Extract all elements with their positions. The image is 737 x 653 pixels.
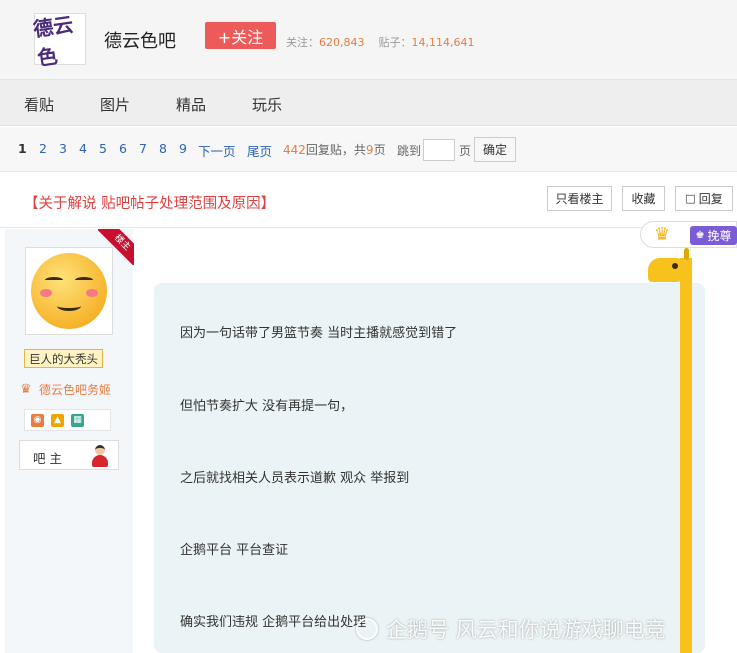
giraffe-eye	[672, 263, 678, 269]
nav-item-posts[interactable]: 看贴	[24, 94, 54, 115]
grid-icon[interactable]: ▦	[71, 414, 84, 427]
followers-count: 620,843	[319, 36, 365, 49]
comment-icon: □	[685, 192, 696, 205]
reply-text: 回复贴，共	[305, 143, 366, 157]
page-link-current: 1	[18, 141, 27, 156]
gamepad-icon[interactable]: ◉	[31, 414, 44, 427]
thread-title-row: 【关于解说 贴吧帖子处理范围及原因】 只看楼主 收藏 □ 回复	[0, 172, 737, 228]
page-link[interactable]: 4	[79, 141, 87, 156]
moderator-badge[interactable]: 吧主	[19, 440, 119, 470]
author-role-label[interactable]: 德云色吧务姬	[39, 381, 111, 398]
exchange-label: 挽尊	[707, 229, 732, 243]
favorite-button[interactable]: 收藏	[622, 186, 665, 211]
watermark-text: 企鹅号 风云和你说游戏聊电竞	[386, 618, 666, 642]
page-link[interactable]: 8	[159, 141, 167, 156]
thread-title: 【关于解说 贴吧帖子处理范围及原因】	[24, 196, 276, 212]
exchange-button[interactable]: ♚ 挽尊	[690, 226, 737, 245]
posts-label: 贴子：	[378, 36, 412, 49]
post-paragraph: 确实我们违规 企鹅平台给出处理	[180, 615, 367, 630]
post-paragraph: 因为一句话带了男篮节奏 当时主播就感觉到错了	[180, 326, 458, 341]
nav-item-fun[interactable]: 玩乐	[252, 94, 282, 115]
next-page-link[interactable]: 下一页	[198, 141, 236, 160]
nav-item-images[interactable]: 图片	[100, 94, 130, 115]
forum-logo-text: 德云色	[31, 12, 75, 71]
nav-item-featured[interactable]: 精品	[176, 94, 206, 115]
reply-button-label: 回复	[698, 192, 723, 206]
page-unit-label: 页	[459, 144, 472, 158]
forum-nav: 看贴 图片 精品 玩乐	[0, 80, 737, 126]
author-username[interactable]: 巨人的大秃头	[24, 349, 103, 368]
giraffe-horn	[684, 248, 689, 260]
penguin-logo-icon	[356, 618, 378, 640]
avatar[interactable]	[25, 247, 113, 335]
badge-row: ◉ ▲ ▦	[24, 409, 111, 431]
only-op-button[interactable]: 只看楼主	[547, 186, 612, 211]
crown-icon: ♛	[20, 381, 32, 397]
followers-label: 关注：	[286, 36, 319, 49]
page-link[interactable]: 9	[179, 141, 187, 156]
forum-logo[interactable]: 德云色	[32, 12, 86, 70]
page-link[interactable]: 2	[39, 141, 47, 156]
author-role: ♛ 德云色吧务姬	[20, 381, 111, 398]
forum-stats: 关注：620,843 贴子：14,114,641	[286, 34, 488, 50]
forum-name[interactable]: 德云色吧	[104, 27, 176, 53]
post-paragraph: 但怕节奏扩大 没有再提一句，	[180, 399, 354, 414]
exchange-icon: ♚	[695, 230, 705, 241]
page-link[interactable]: 6	[119, 141, 127, 156]
follow-button[interactable]: +关注	[205, 22, 276, 49]
crown-icon: ♛	[654, 224, 671, 245]
moderator-avatar-icon	[90, 445, 110, 467]
page-link[interactable]: 7	[139, 141, 147, 156]
jump-label: 跳到	[397, 144, 422, 158]
reply-count: 442	[283, 143, 306, 157]
posts-count: 14,114,641	[411, 36, 475, 49]
last-page-link[interactable]: 尾页	[247, 141, 272, 160]
pagination-bar: 1 2 3 4 5 6 7 8 9 下一页 尾页 442回复贴，共9页 跳到 页…	[0, 127, 737, 172]
giraffe-decoration	[680, 258, 692, 653]
jump-page-input[interactable]	[423, 139, 455, 161]
watermark: 企鹅号 风云和你说游戏聊电竞	[356, 614, 666, 644]
reply-info: 442回复贴，共9页	[283, 141, 386, 158]
level-icon[interactable]: ▲	[51, 414, 64, 427]
giraffe-head	[648, 258, 688, 282]
reply-button[interactable]: □ 回复	[675, 186, 733, 211]
page-link[interactable]: 5	[99, 141, 107, 156]
page-text: 页	[373, 143, 386, 157]
moderator-label: 吧主	[33, 451, 67, 466]
post-paragraph: 之后就找相关人员表示道歉 观众 举报到	[180, 471, 410, 486]
jump-confirm-button[interactable]: 确定	[474, 137, 516, 162]
page-total: 9	[365, 143, 374, 157]
smiley-face-icon	[31, 253, 107, 329]
page-link[interactable]: 3	[59, 141, 67, 156]
post-paragraph: 企鹅平台 平台查证	[180, 543, 289, 558]
forum-header: 德云色 德云色吧 +关注 关注：620,843 贴子：14,114,641	[0, 0, 737, 80]
